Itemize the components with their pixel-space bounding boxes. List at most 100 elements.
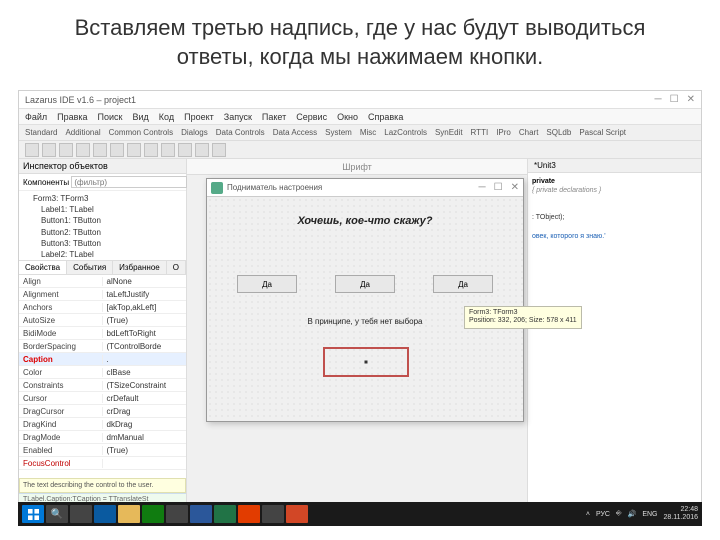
close-icon[interactable]: ✕ <box>687 94 695 105</box>
task-search-icon[interactable]: 🔍 <box>46 505 68 523</box>
prop-row-bidimode[interactable]: BidiModebdLeftToRight <box>19 327 186 340</box>
prop-row-cursor[interactable]: CursorcrDefault <box>19 392 186 405</box>
menu-code[interactable]: Код <box>159 112 174 122</box>
palette-tab-dialogs[interactable]: Dialogs <box>181 128 208 137</box>
start-button[interactable] <box>22 505 44 523</box>
prop-value[interactable]: [akTop,akLeft] <box>103 303 187 312</box>
task-app-icon[interactable] <box>238 505 260 523</box>
label3-selected[interactable] <box>323 347 409 377</box>
tray-kb[interactable]: ENG <box>642 511 657 518</box>
menu-tools[interactable]: Сервис <box>296 112 327 122</box>
palette-tab-synedit[interactable]: SynEdit <box>435 128 463 137</box>
task-store-icon[interactable] <box>142 505 164 523</box>
menu-package[interactable]: Пакет <box>262 112 286 122</box>
prop-row-dragcursor[interactable]: DragCursorcrDrag <box>19 405 186 418</box>
tab-favorites[interactable]: Избранное <box>113 261 167 274</box>
palette-tab-pascal[interactable]: Pascal Script <box>579 128 626 137</box>
prop-row-focuscontrol[interactable]: FocusControl <box>19 457 186 470</box>
palette-tab-chart[interactable]: Chart <box>519 128 539 137</box>
menu-edit[interactable]: Правка <box>57 112 87 122</box>
palette-tab-standard[interactable]: Standard <box>25 128 57 137</box>
form-titlebar[interactable]: Подниматель настроения ─ ☐ ✕ <box>207 179 523 197</box>
prop-value[interactable]: (True) <box>103 446 187 455</box>
prop-value[interactable]: taLeftJustify <box>103 290 187 299</box>
palette-tab-ipro[interactable]: IPro <box>496 128 511 137</box>
prop-row-dragkind[interactable]: DragKinddkDrag <box>19 418 186 431</box>
toolbar-button[interactable] <box>59 143 73 157</box>
label1[interactable]: Хочешь, кое-что скажу? <box>207 215 523 227</box>
toolbar-button[interactable] <box>144 143 158 157</box>
tree-item[interactable]: Button3: TButton <box>23 238 182 249</box>
tray-wifi-icon[interactable]: ⎆ <box>616 510 622 518</box>
prop-value[interactable]: alNone <box>103 277 187 286</box>
task-app-icon[interactable] <box>262 505 284 523</box>
menu-search[interactable]: Поиск <box>98 112 123 122</box>
task-explorer-icon[interactable] <box>118 505 140 523</box>
close-icon[interactable]: ✕ <box>511 182 519 193</box>
toolbar-button[interactable] <box>127 143 141 157</box>
tray-lang[interactable]: РУС <box>596 511 610 518</box>
prop-row-enabled[interactable]: Enabled(True) <box>19 444 186 457</box>
task-excel-icon[interactable] <box>214 505 236 523</box>
prop-value[interactable]: clBase <box>103 368 187 377</box>
prop-value[interactable]: (TSizeConstraint <box>103 381 187 390</box>
toolbar-button[interactable] <box>161 143 175 157</box>
toolbar-button[interactable] <box>25 143 39 157</box>
prop-value[interactable]: . <box>103 355 187 364</box>
task-edge-icon[interactable] <box>94 505 116 523</box>
maximize-icon[interactable]: ☐ <box>670 94 679 105</box>
tree-item[interactable]: Label2: TLabel <box>23 249 182 260</box>
button3[interactable]: Да <box>433 275 493 293</box>
button1[interactable]: Да <box>237 275 297 293</box>
button2[interactable]: Да <box>335 275 395 293</box>
form-designer-window[interactable]: Подниматель настроения ─ ☐ ✕ Хочешь, кое… <box>206 178 524 422</box>
prop-value[interactable]: crDefault <box>103 394 187 403</box>
component-tree[interactable]: Form3: TForm3 Label1: TLabel Button1: TB… <box>19 191 186 261</box>
prop-row-borderspacing[interactable]: BorderSpacing(TControlBorde <box>19 340 186 353</box>
tree-item[interactable]: Button2: TButton <box>23 227 182 238</box>
property-grid[interactable]: AlignalNoneAlignmenttaLeftJustifyAnchors… <box>19 275 186 478</box>
system-tray[interactable]: ˄ РУС ⎆ 🔊 ENG 22:48 28.11.2016 <box>586 506 698 521</box>
prop-value[interactable]: bdLeftToRight <box>103 329 187 338</box>
minimize-icon[interactable]: ─ <box>655 94 662 105</box>
palette-tab-misc[interactable]: Misc <box>360 128 376 137</box>
menu-file[interactable]: Файл <box>25 112 47 122</box>
palette-tab-common[interactable]: Common Controls <box>109 128 173 137</box>
toolbar-button[interactable] <box>76 143 90 157</box>
prop-row-anchors[interactable]: Anchors[akTop,akLeft] <box>19 301 186 314</box>
code-body[interactable]: private { private declarations } : TObje… <box>528 173 701 245</box>
task-view-icon[interactable] <box>70 505 92 523</box>
tree-item[interactable]: Label1: TLabel <box>23 204 182 215</box>
prop-row-color[interactable]: ColorclBase <box>19 366 186 379</box>
menu-run[interactable]: Запуск <box>224 112 252 122</box>
prop-row-alignment[interactable]: AlignmenttaLeftJustify <box>19 288 186 301</box>
palette-tab-lazcontrols[interactable]: LazControls <box>384 128 427 137</box>
toolbar-button[interactable] <box>93 143 107 157</box>
task-powerpoint-icon[interactable] <box>286 505 308 523</box>
tree-item[interactable]: Form3: TForm3 <box>23 193 182 204</box>
tray-volume-icon[interactable]: 🔊 <box>628 510 637 518</box>
toolbar-button[interactable] <box>178 143 192 157</box>
palette-tab-sqldb[interactable]: SQLdb <box>546 128 571 137</box>
toolbar-button[interactable] <box>110 143 124 157</box>
menu-view[interactable]: Вид <box>133 112 149 122</box>
palette-tab-dataaccess[interactable]: Data Access <box>273 128 317 137</box>
prop-row-constraints[interactable]: Constraints(TSizeConstraint <box>19 379 186 392</box>
prop-value[interactable]: crDrag <box>103 407 187 416</box>
prop-value[interactable]: dkDrag <box>103 420 187 429</box>
palette-tab-additional[interactable]: Additional <box>65 128 100 137</box>
menu-help[interactable]: Справка <box>368 112 403 122</box>
tab-events[interactable]: События <box>67 261 113 274</box>
toolbar-button[interactable] <box>195 143 209 157</box>
prop-row-autosize[interactable]: AutoSize(True) <box>19 314 186 327</box>
code-tab[interactable]: *Unit3 <box>528 159 701 173</box>
toolbar-button[interactable] <box>42 143 56 157</box>
tab-about[interactable]: О <box>167 261 186 274</box>
tray-clock[interactable]: 22:48 28.11.2016 <box>663 506 698 521</box>
prop-value[interactable]: dmManual <box>103 433 187 442</box>
maximize-icon[interactable]: ☐ <box>494 182 503 193</box>
palette-tab-datacontrols[interactable]: Data Controls <box>216 128 265 137</box>
prop-row-caption[interactable]: Caption. <box>19 353 186 366</box>
task-app-icon[interactable] <box>166 505 188 523</box>
prop-value[interactable]: (TControlBorde <box>103 342 187 351</box>
